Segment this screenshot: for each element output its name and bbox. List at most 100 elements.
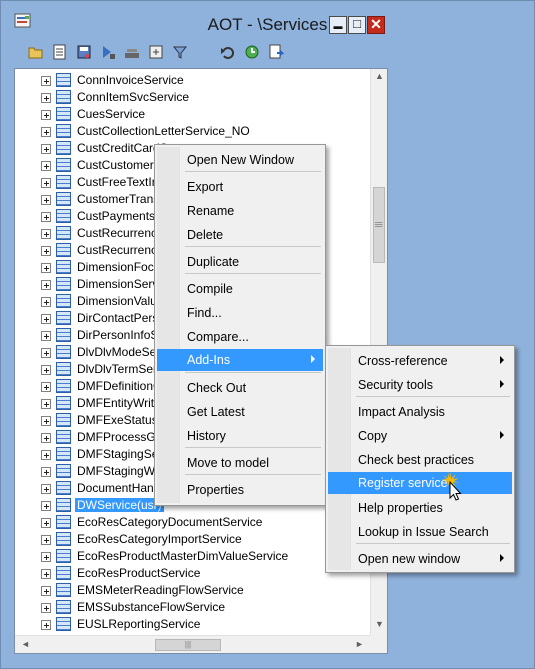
expand-icon[interactable] [41, 484, 51, 494]
submenu-item-copy[interactable]: Copy [328, 425, 512, 447]
menu-item-rename[interactable]: Rename [157, 200, 323, 222]
menu-item-compare[interactable]: Compare... [157, 326, 323, 348]
tree-node[interactable]: CustCollectionLetterService_NO [15, 123, 371, 140]
tree-node[interactable]: EcoResCategoryDocumentService [15, 514, 371, 531]
scroll-left-icon[interactable]: ◄ [17, 639, 34, 649]
expand-icon[interactable] [41, 365, 51, 375]
submenu-item-check-best-practices[interactable]: Check best practices [328, 449, 512, 471]
expand-icon[interactable] [41, 569, 51, 579]
hthumb-grip-icon: ||| [184, 640, 192, 649]
scroll-down-icon[interactable]: ▼ [371, 619, 387, 629]
expand-icon[interactable] [41, 348, 51, 358]
submenu-item-lookup-in-issue-search[interactable]: Lookup in Issue Search [328, 521, 512, 543]
open-icon[interactable] [28, 44, 44, 60]
expand-icon[interactable] [41, 535, 51, 545]
menu-item-find[interactable]: Find... [157, 302, 323, 324]
service-node-icon [56, 90, 71, 104]
expand-icon[interactable] [41, 263, 51, 273]
maximize-button[interactable]: □ [348, 16, 366, 34]
expand-icon[interactable] [41, 93, 51, 103]
expand-icon[interactable] [41, 229, 51, 239]
horizontal-scroll-thumb[interactable]: ||| [155, 639, 221, 651]
expand-icon[interactable] [41, 467, 51, 477]
menu-item-export[interactable]: Export [157, 176, 323, 198]
menu-item-add-ins[interactable]: Add-Ins [157, 349, 323, 371]
menu-item-history[interactable]: History [157, 425, 323, 447]
expand-icon[interactable] [41, 416, 51, 426]
expand-icon[interactable] [41, 280, 51, 290]
expand-icon[interactable] [41, 110, 51, 120]
submenu-item-cross-reference[interactable]: Cross-reference [328, 350, 512, 372]
import-icon[interactable] [100, 44, 116, 60]
expand-icon[interactable] [41, 178, 51, 188]
service-node-icon [56, 515, 71, 529]
expand-icon[interactable] [41, 144, 51, 154]
expand-icon[interactable] [41, 433, 51, 443]
expand-icon[interactable] [41, 586, 51, 596]
service-node-icon [56, 583, 71, 597]
submenu-arrow-icon [500, 554, 504, 562]
menu-item-get-latest[interactable]: Get Latest [157, 401, 323, 423]
menu-item-duplicate[interactable]: Duplicate [157, 251, 323, 273]
expand-icon[interactable] [41, 382, 51, 392]
expand-icon[interactable] [41, 297, 51, 307]
filter-icon[interactable] [172, 44, 188, 60]
expand-icon[interactable] [41, 450, 51, 460]
expand-icon[interactable] [41, 76, 51, 86]
expand-icon[interactable] [41, 127, 51, 137]
tree-node[interactable]: EMSMeterReadingFlowService [15, 582, 371, 599]
tree-node-label: ConnItemSvcService [77, 90, 190, 104]
expand-icon[interactable] [41, 161, 51, 171]
horizontal-scrollbar[interactable]: ◄ ||| ► [15, 635, 370, 653]
scroll-up-icon[interactable]: ▲ [371, 71, 387, 81]
service-node-icon [56, 311, 71, 325]
expand-icon[interactable] [41, 399, 51, 409]
submenu-item-open-new-window[interactable]: Open new window [328, 548, 512, 570]
save-icon[interactable] [76, 44, 92, 60]
tree-node[interactable]: EcoResProductService [15, 565, 371, 582]
menu-item-label: Help properties [358, 501, 443, 515]
register-icon[interactable] [268, 44, 284, 60]
tree-node[interactable]: ConnItemSvcService [15, 89, 371, 106]
addins-submenu: Cross-reference Security tools Impact Anal… [325, 345, 515, 573]
undo-icon[interactable] [220, 44, 236, 60]
scroll-right-icon[interactable]: ► [351, 639, 368, 649]
tree-node[interactable]: EUSLReportingService [15, 616, 371, 633]
expand-icon[interactable] [41, 246, 51, 256]
refresh-icon[interactable] [148, 44, 164, 60]
vertical-scroll-thumb[interactable]: ||| [373, 187, 385, 263]
expand-icon[interactable] [41, 620, 51, 630]
submenu-item-register-service[interactable]: Register service [328, 472, 512, 494]
properties-icon[interactable] [52, 44, 68, 60]
title-bar[interactable]: AOT - \Services ▬ □ ✕ [1, 1, 534, 35]
menu-item-label: Check best practices [358, 453, 475, 467]
tree-node[interactable]: EcoResProductMasterDimValueService [15, 548, 371, 565]
compile-icon[interactable] [124, 44, 140, 60]
menu-separator [185, 273, 321, 274]
expand-icon[interactable] [41, 501, 51, 511]
menu-item-delete[interactable]: Delete [157, 224, 323, 246]
expand-icon[interactable] [41, 212, 51, 222]
submenu-item-security-tools[interactable]: Security tools [328, 374, 512, 396]
restore-icon[interactable] [244, 44, 260, 60]
menu-item-move-to-model[interactable]: Move to model [157, 452, 323, 474]
menu-item-properties[interactable]: Properties [157, 479, 323, 501]
tree-node[interactable]: EMSSubstanceFlowService [15, 599, 371, 616]
submenu-item-help-properties[interactable]: Help properties [328, 497, 512, 519]
expand-icon[interactable] [41, 552, 51, 562]
expand-icon[interactable] [41, 314, 51, 324]
close-button[interactable]: ✕ [367, 16, 385, 34]
submenu-item-impact-analysis[interactable]: Impact Analysis [328, 401, 512, 423]
tree-node[interactable]: EcoResCategoryImportService [15, 531, 371, 548]
expand-icon[interactable] [41, 603, 51, 613]
expand-icon[interactable] [41, 518, 51, 528]
tree-node[interactable]: ConnInvoiceService [15, 72, 371, 89]
menu-item-open-new-window[interactable]: Open New Window [157, 149, 323, 171]
expand-icon[interactable] [41, 195, 51, 205]
menu-item-compile[interactable]: Compile [157, 278, 323, 300]
menu-item-check-out[interactable]: Check Out [157, 377, 323, 399]
menu-item-label: Rename [187, 204, 235, 218]
tree-node[interactable]: CuesService [15, 106, 371, 123]
minimize-button[interactable]: ▬ [329, 16, 347, 34]
expand-icon[interactable] [41, 331, 51, 341]
